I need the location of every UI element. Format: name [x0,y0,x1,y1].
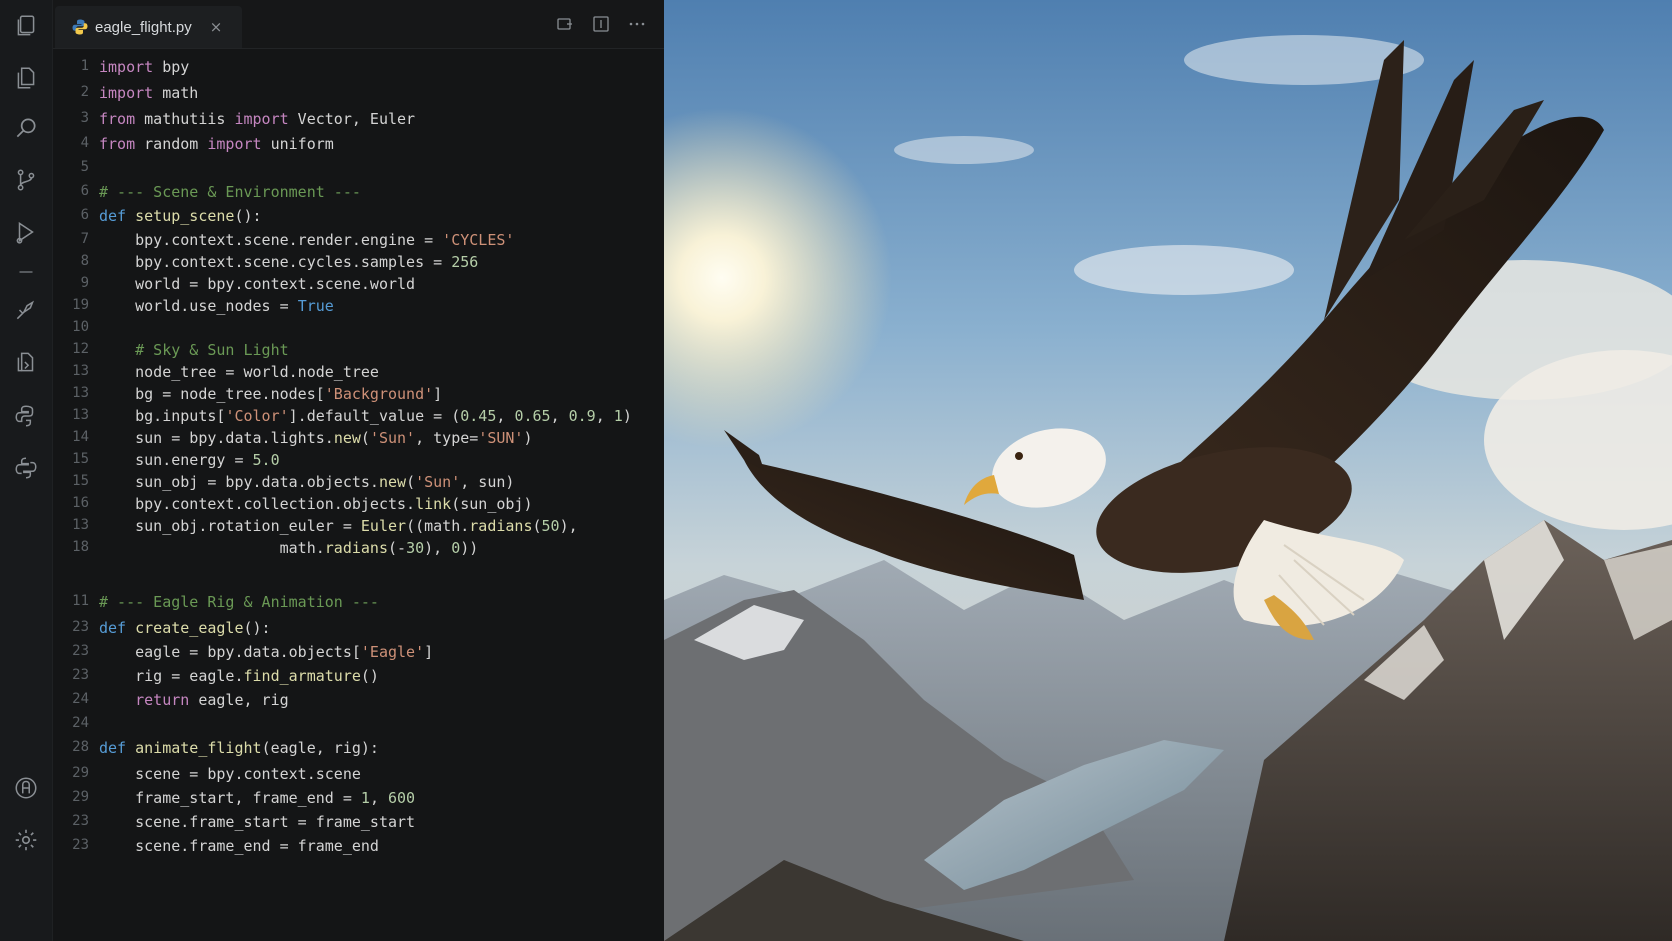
code-text: bpy.context.scene.cycles.samples = 256 [99,253,479,271]
code-text: sun_obj = bpy.data.objects.new('Sun', su… [99,473,515,491]
line-number: 1 [80,58,89,74]
extensions-icon[interactable] [12,296,40,324]
code-text: return eagle, rig [135,691,289,709]
code-text: scene.frame_end = frame_end [99,837,379,855]
code-text: scene = bpy.context.scene [99,765,361,783]
line-number: 23 [72,643,89,659]
code-text: from mathutiis import Vector, Euler [99,110,416,128]
line-number: 18 [72,539,89,555]
python-alt-icon[interactable] [12,454,40,482]
line-number: 13 [72,385,89,401]
code-text: sun.energy = 5.0 [99,451,280,469]
source-control-icon[interactable] [12,166,40,194]
code-text: rig = eagle.find_armature() [99,667,379,685]
code-area[interactable]: 1 import bpy 2 import math 3 from mathutiis i… [53,48,664,941]
line-number: 23 [72,667,89,683]
tab-bar: eagle_flight.py × [53,0,664,49]
tab-label: eagle_flight.py [95,18,192,36]
line-number: 16 [72,495,89,511]
more-actions-icon[interactable] [628,15,646,33]
python-icon[interactable] [12,402,40,430]
code-text: def create_eagle(): [99,619,271,637]
code-text: eagle = bpy.data.objects['Eagle'] [99,643,434,661]
explorer-icon[interactable] [12,64,40,92]
line-number: 10 [72,319,89,335]
panel-separator-icon [12,258,40,286]
code-text: def animate_flight(eagle, rig): [99,739,379,757]
tab-eagle-flight[interactable]: eagle_flight.py × [55,6,242,48]
line-number: 29 [72,789,89,805]
line-number: 28 [72,739,89,755]
code-text: # --- Scene & Environment --- [99,183,361,201]
code-text: node_tree = world.node_tree [99,363,379,381]
code-text: bpy.context.scene.render.engine = 'CYCLE… [99,231,515,249]
code-text: frame_start, frame_end = 1, 600 [99,789,416,807]
line-number: 11 [72,593,89,609]
code-text: # Sky & Sun Light [99,341,289,359]
line-number: 15 [72,451,89,467]
line-number: 2 [80,84,89,100]
code-text: # --- Eagle Rig & Animation --- [99,593,379,611]
line-number: 5 [80,159,89,175]
line-number: 15 [72,473,89,489]
split-editor-icon[interactable] [592,15,610,33]
code-text: def setup_scene(): [99,207,262,225]
line-number: 9 [80,275,89,291]
code-text: import bpy [99,58,190,76]
line-number: 23 [72,837,89,853]
line-number: 29 [72,765,89,781]
line-number: 7 [80,231,89,247]
line-number: 6 [80,207,89,223]
code-text: from random import uniform [99,135,334,153]
activity-bar [0,0,53,941]
app-window: eagle_flight.py × 1 import bpy 2 import mat… [0,0,1672,941]
files-icon[interactable] [12,12,40,40]
code-text: bg.inputs['Color'].default_value = (0.45… [99,407,632,425]
editor-pane: eagle_flight.py × 1 import bpy 2 import mat… [53,0,717,941]
code-text: sun_obj.rotation_euler = Euler((math.rad… [99,517,578,535]
line-number: 12 [72,341,89,357]
run-file-icon[interactable] [556,15,574,33]
line-number: 4 [80,135,89,151]
code-text: sun = bpy.data.lights.new('Sun', type='S… [99,429,533,447]
settings-icon[interactable] [12,826,40,854]
eagle-scene-image [664,0,1672,941]
code-text: import math [99,84,199,102]
search-icon[interactable] [12,114,40,142]
code-text: bg = node_tree.nodes['Background'] [99,385,443,403]
line-number: 24 [72,691,89,707]
line-number: 23 [72,813,89,829]
code-text: bpy.context.collection.objects.link(sun_… [99,495,533,513]
line-number: 14 [72,429,89,445]
line-number: 8 [80,253,89,269]
line-number: 3 [80,110,89,126]
line-number: 24 [72,715,89,731]
close-icon[interactable]: × [210,18,223,36]
code-text: world.use_nodes = True [99,297,334,315]
line-number: 13 [72,407,89,423]
line-number: 6 [80,183,89,199]
code-text: scene.frame_start = frame_start [99,813,416,831]
account-icon[interactable] [12,774,40,802]
editor-actions [556,15,646,33]
python-file-icon [72,19,88,35]
line-number: 23 [72,619,89,635]
line-number: 19 [72,297,89,313]
code-text: math.radians(-30), 0)) [99,539,479,557]
code-text: world = bpy.context.scene.world [99,275,416,293]
line-number: 13 [72,517,89,533]
remote-icon[interactable] [12,348,40,376]
line-number: 13 [72,363,89,379]
run-debug-icon[interactable] [12,218,40,246]
